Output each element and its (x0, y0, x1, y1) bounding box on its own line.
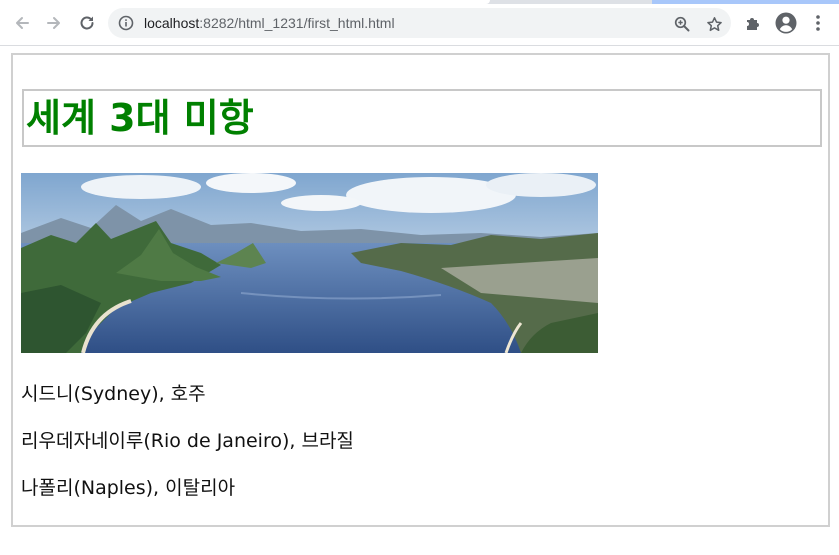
back-button[interactable] (9, 10, 35, 36)
back-arrow-icon (16, 17, 29, 29)
puzzle-icon[interactable] (741, 11, 765, 35)
city-naples: 나폴리(Naples), 이탈리아 (21, 477, 236, 499)
zoom-icon[interactable] (673, 15, 691, 33)
tab-strip (0, 0, 839, 4)
heading-container: 세계 3대 미항 (22, 89, 822, 147)
tab-strip-accent (652, 0, 839, 4)
url-path: :8282/html_1231/first_html.html (199, 15, 395, 31)
harbor-photo (21, 173, 598, 353)
forward-button[interactable] (41, 10, 67, 36)
active-tab-edge[interactable] (0, 0, 490, 4)
account-icon[interactable] (774, 11, 798, 35)
content-container: 세계 3대 미항 시드니(Sydney), 호주 리우데자네이루(Rio de … (11, 53, 830, 527)
star-icon[interactable] (705, 15, 723, 33)
browser-toolbar: localhost:8282/html_1231/first_html.html (0, 0, 839, 46)
url-text[interactable]: localhost:8282/html_1231/first_html.html (144, 8, 395, 38)
harbor-panorama-image (21, 173, 598, 353)
city-sydney: 시드니(Sydney), 호주 (21, 383, 206, 405)
city-rio-de-janeiro: 리우데자네이루(Rio de Janeiro), 브라질 (21, 430, 354, 452)
info-icon[interactable] (118, 15, 134, 31)
url-host: localhost (144, 15, 200, 31)
reload-icon (80, 16, 94, 30)
page-viewport: 세계 3대 미항 시드니(Sydney), 호주 리우데자네이루(Rio de … (0, 46, 839, 555)
address-bar[interactable]: localhost:8282/html_1231/first_html.html (108, 8, 731, 38)
kebab-menu-icon[interactable] (806, 11, 830, 35)
forward-arrow-icon (47, 17, 60, 29)
page-heading: 세계 3대 미항 (26, 96, 254, 140)
reload-button[interactable] (74, 10, 100, 36)
